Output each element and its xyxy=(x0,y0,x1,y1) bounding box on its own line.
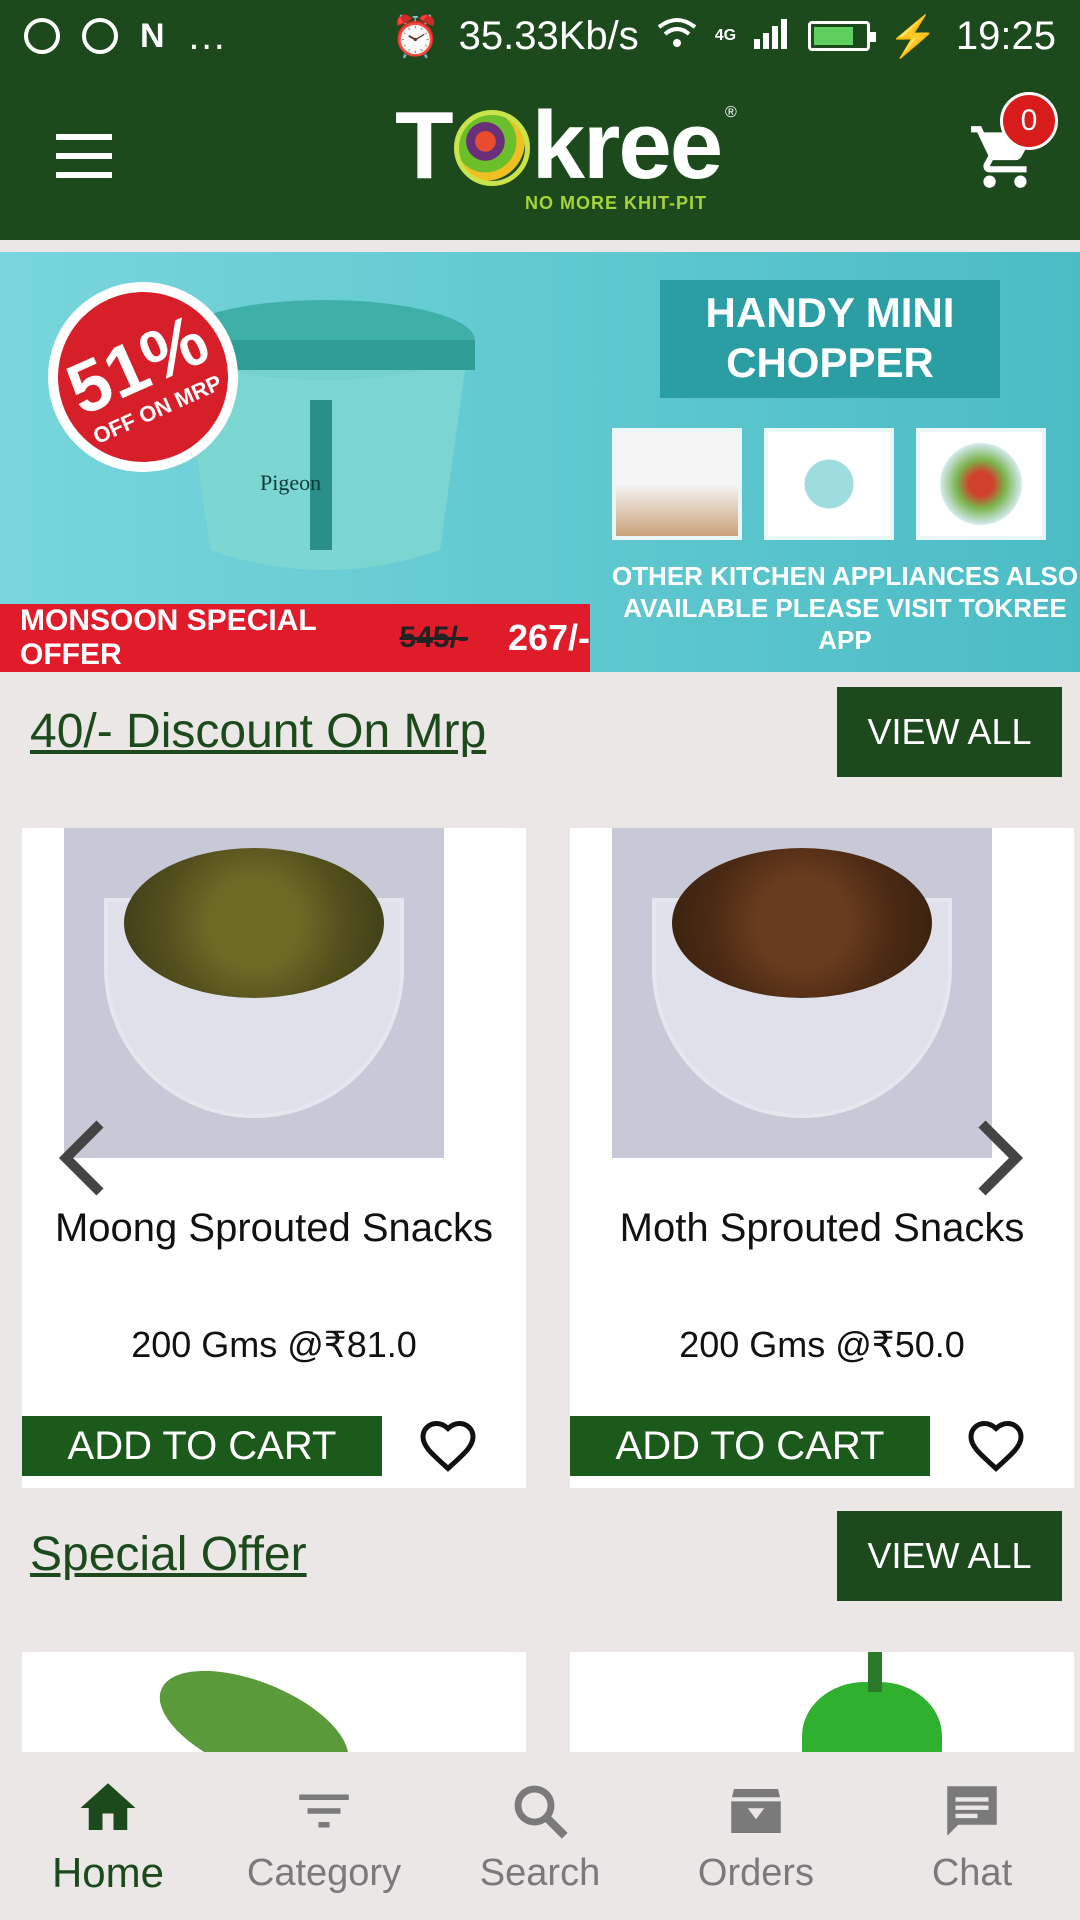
clock: 19:25 xyxy=(955,13,1056,58)
nav-search[interactable]: Search xyxy=(432,1752,648,1920)
product-brand-text: Pigeon xyxy=(260,470,321,495)
offer-label: MONSOON SPECIAL OFFER xyxy=(20,604,317,671)
home-icon xyxy=(80,1783,136,1830)
section-title[interactable]: Special Offer xyxy=(30,1527,307,1582)
nav-home[interactable]: Home xyxy=(0,1752,216,1920)
product-card[interactable] xyxy=(570,1652,1074,1752)
product-card[interactable] xyxy=(22,1652,526,1752)
add-to-cart-button[interactable]: ADD TO CART xyxy=(22,1416,382,1476)
network-speed: 35.33Kb/s xyxy=(458,13,639,58)
chevron-left-icon[interactable] xyxy=(52,1118,112,1198)
view-all-button[interactable]: VIEW ALL xyxy=(837,1511,1062,1601)
thumbnail-image xyxy=(612,428,742,540)
cart-count-badge: 0 xyxy=(1000,92,1058,150)
chevron-right-icon[interactable] xyxy=(970,1118,1030,1198)
system-icons: ⏰ 35.33Kb/s 4G ⚡ 19:25 xyxy=(391,13,1056,60)
notification-icons: N … xyxy=(24,14,227,59)
product-image xyxy=(612,828,992,1158)
heart-icon[interactable] xyxy=(964,1416,1028,1476)
orders-box-icon xyxy=(731,1788,781,1833)
chat-icon xyxy=(947,1785,997,1836)
bottom-navigation: Home Category Search Orders Chat xyxy=(0,1752,1080,1920)
add-to-cart-button[interactable]: ADD TO CART xyxy=(570,1416,930,1476)
filter-icon xyxy=(299,1794,349,1827)
product-name: Moth Sprouted Snacks xyxy=(619,1206,1025,1250)
thumbnail-image xyxy=(916,428,1046,540)
banner-thumbnails xyxy=(612,428,1046,540)
banner-headline: HANDY MINI CHOPPER xyxy=(660,280,1000,398)
signal-icon xyxy=(754,14,790,59)
tokree-logo: Tkree ® NO MORE KHIT-PIT xyxy=(395,92,737,214)
wifi-icon xyxy=(657,14,697,59)
status-bar: N … ⏰ 35.33Kb/s 4G ⚡ 19:25 xyxy=(0,0,1080,72)
view-all-button[interactable]: VIEW ALL xyxy=(837,687,1062,777)
nav-chat[interactable]: Chat xyxy=(864,1752,1080,1920)
thumbnail-image xyxy=(764,428,894,540)
n-app-icon: N xyxy=(140,16,165,55)
app-notification-icon xyxy=(82,18,118,54)
search-icon xyxy=(514,1785,568,1839)
promo-banner[interactable]: Pigeon 51% OFF ON MRP HANDY MINI CHOPPER… xyxy=(0,252,1080,672)
whatsapp-icon xyxy=(24,18,60,54)
alarm-icon: ⏰ xyxy=(390,14,441,59)
more-notifications: … xyxy=(186,13,227,58)
product-price: 200 Gms @₹50.0 xyxy=(679,1324,965,1365)
app-bar: Tkree ® NO MORE KHIT-PIT 0 xyxy=(0,72,1080,240)
old-price: 545/- xyxy=(399,621,468,654)
appliances-note: OTHER KITCHEN APPLIANCES ALSO AVAILABLE … xyxy=(611,561,1079,655)
product-image xyxy=(64,828,444,1158)
heart-icon[interactable] xyxy=(416,1416,480,1476)
product-image xyxy=(64,1652,444,1752)
product-name: Moong Sprouted Snacks xyxy=(54,1206,494,1250)
menu-icon[interactable] xyxy=(56,134,112,178)
new-price: 267/- xyxy=(507,617,590,658)
logo-tagline: NO MORE KHIT-PIT xyxy=(525,193,707,213)
network-type: 4G xyxy=(714,27,737,44)
charging-icon: ⚡ xyxy=(888,14,938,59)
battery-icon xyxy=(808,21,877,51)
nav-orders[interactable]: Orders xyxy=(648,1752,864,1920)
nav-category[interactable]: Category xyxy=(216,1752,432,1920)
product-image xyxy=(612,1652,992,1752)
product-price: 200 Gms @₹81.0 xyxy=(131,1324,417,1365)
section-title[interactable]: 40/- Discount On Mrp xyxy=(30,704,486,759)
offer-bar: MONSOON SPECIAL OFFER 545/- 267/- xyxy=(0,604,590,672)
